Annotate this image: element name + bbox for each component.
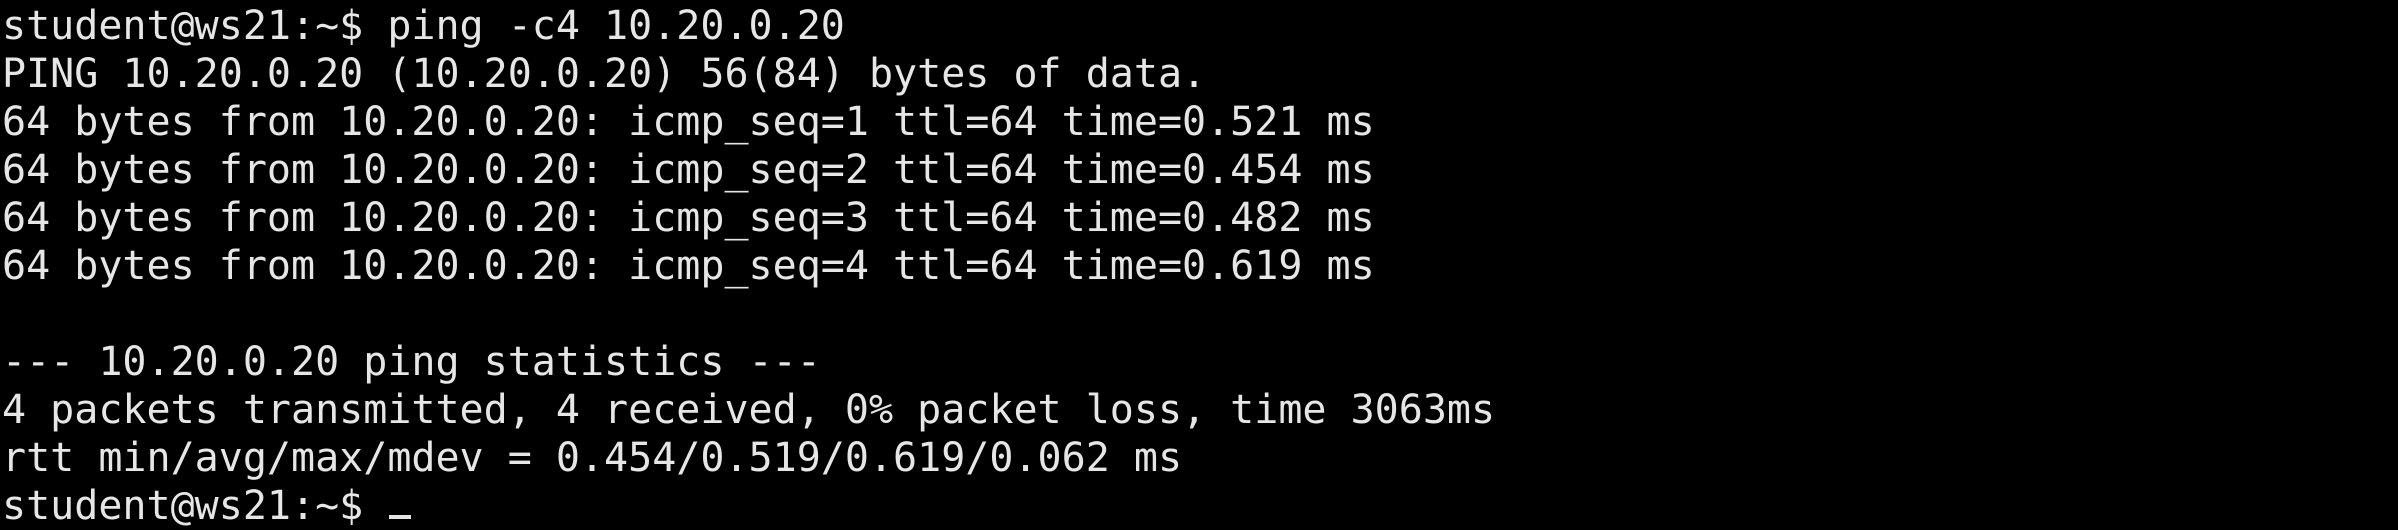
- terminal-line-packet-summary: 4 packets transmitted, 4 received, 0% pa…: [2, 387, 1496, 433]
- terminal-prompt: student@ws21:~$: [2, 483, 388, 529]
- terminal-line-rtt-summary: rtt min/avg/max/mdev = 0.454/0.519/0.619…: [2, 435, 1183, 481]
- terminal-line-ping-header: PING 10.20.0.20 (10.20.0.20) 56(84) byte…: [2, 51, 1207, 97]
- terminal-prompt-line[interactable]: student@ws21:~$: [0, 482, 2398, 530]
- terminal-line-reply-3: 64 bytes from 10.20.0.20: icmp_seq=3 ttl…: [2, 195, 1375, 241]
- terminal-line-reply-4: 64 bytes from 10.20.0.20: icmp_seq=4 ttl…: [2, 243, 1375, 289]
- terminal-line-statistics-header: --- 10.20.0.20 ping statistics ---: [2, 339, 821, 385]
- terminal-line-reply-2: 64 bytes from 10.20.0.20: icmp_seq=2 ttl…: [2, 147, 1375, 193]
- text-cursor: [389, 515, 412, 519]
- terminal-line-reply-1: 64 bytes from 10.20.0.20: icmp_seq=1 ttl…: [2, 99, 1375, 145]
- terminal-window[interactable]: student@ws21:~$ ping -c4 10.20.0.20 PING…: [0, 0, 2398, 530]
- terminal-line-command: student@ws21:~$ ping -c4 10.20.0.20: [2, 3, 845, 49]
